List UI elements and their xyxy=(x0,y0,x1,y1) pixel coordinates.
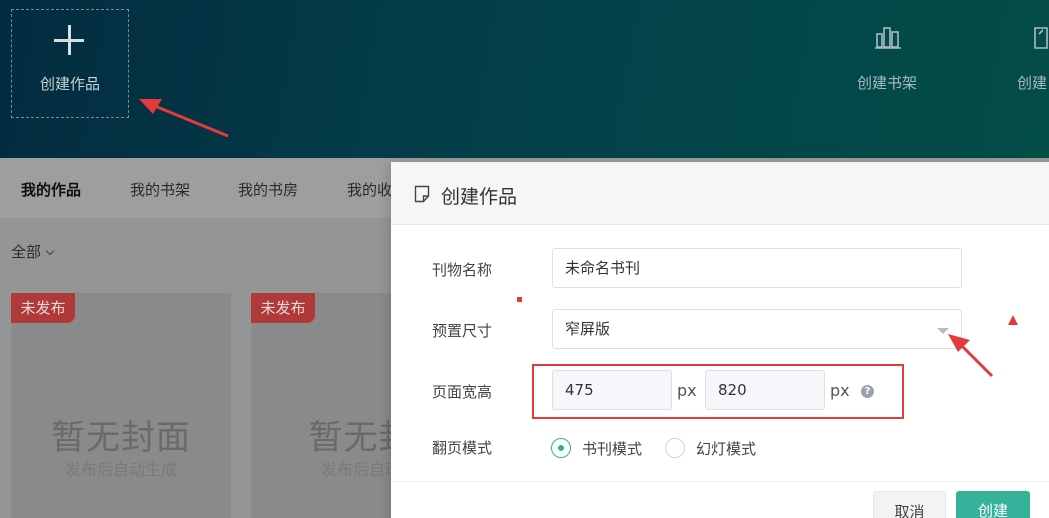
status-badge: 未发布 xyxy=(251,293,315,323)
create-button[interactable]: 创建 xyxy=(956,491,1030,518)
highlight-box xyxy=(532,364,904,419)
filter-label: 全部 xyxy=(11,243,42,261)
radio-label: 书刊模式 xyxy=(582,440,643,458)
page-size-label: 页面宽高 xyxy=(432,383,493,401)
auto-generate-text: 发布后自动生成 xyxy=(64,460,177,479)
tab-my-study[interactable]: 我的书房 xyxy=(238,179,298,200)
create-bookshelf-label: 创建书架 xyxy=(857,74,918,92)
page-mode-label: 翻页模式 xyxy=(432,439,493,457)
chevron-down-icon xyxy=(45,246,55,256)
radio-checked-icon xyxy=(551,438,571,458)
top-header: 创建作品 创建书架 创建 xyxy=(0,0,1049,158)
annotation-dot xyxy=(517,297,522,302)
bookshelf-icon xyxy=(875,27,901,49)
tab-my-bookshelf[interactable]: 我的书架 xyxy=(130,179,190,200)
size-select[interactable]: 窄屏版 xyxy=(552,309,962,349)
radio-unchecked-icon xyxy=(665,438,685,458)
dialog-header: 创建作品 xyxy=(391,162,1049,225)
create-other-label: 创建 xyxy=(1017,74,1048,92)
status-badge: 未发布 xyxy=(11,293,75,323)
create-work-dialog: 创建作品 刊物名称 未命名书刊 预置尺寸 窄屏版 页面宽高 475 px 820… xyxy=(391,162,1049,518)
tab-my-works[interactable]: 我的作品 xyxy=(21,179,81,200)
radio-label: 幻灯模式 xyxy=(696,440,757,458)
filter-dropdown[interactable]: 全部 xyxy=(11,241,55,262)
cancel-button[interactable]: 取消 xyxy=(873,491,946,518)
plus-icon xyxy=(54,25,86,57)
document-icon xyxy=(414,185,430,203)
dialog-divider xyxy=(391,481,1049,482)
work-card[interactable]: 未发布 暂无封面 发布后自动生成 xyxy=(11,293,231,518)
name-label: 刊物名称 xyxy=(432,261,493,279)
dropdown-arrow-icon xyxy=(937,328,949,334)
dialog-title: 创建作品 xyxy=(441,186,518,208)
create-work-button[interactable]: 创建作品 xyxy=(11,9,129,118)
size-label: 预置尺寸 xyxy=(432,322,493,340)
create-icon xyxy=(1034,27,1048,49)
no-cover-text: 暂无封面 xyxy=(51,418,191,458)
size-select-value: 窄屏版 xyxy=(565,320,611,338)
create-work-label: 创建作品 xyxy=(39,75,100,93)
tab-my-collection[interactable]: 我的收 xyxy=(347,179,392,200)
title-input[interactable]: 未命名书刊 xyxy=(552,248,962,288)
